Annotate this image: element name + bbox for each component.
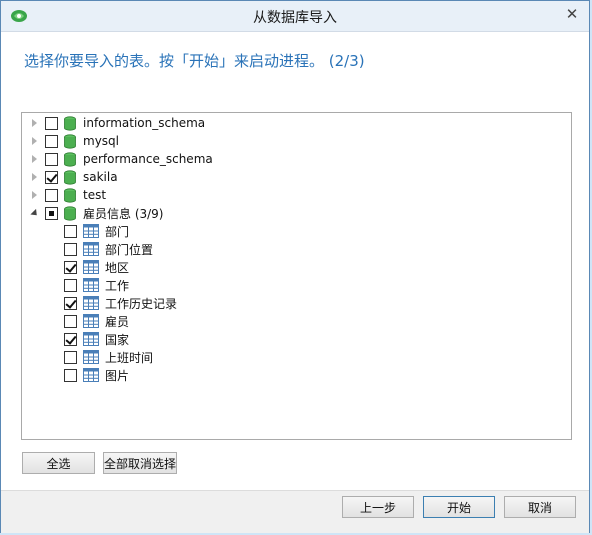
- table-icon: [83, 224, 99, 238]
- database-name: sakila: [83, 170, 118, 184]
- database-checkbox[interactable]: [45, 188, 58, 202]
- table-icon: [83, 332, 99, 346]
- table-checkbox[interactable]: [64, 260, 77, 274]
- database-icon: [64, 205, 76, 221]
- table-checkbox[interactable]: [64, 224, 77, 238]
- back-button[interactable]: 上一步: [342, 496, 414, 518]
- start-button[interactable]: 开始: [423, 496, 495, 518]
- table-checkbox[interactable]: [64, 296, 77, 310]
- button-bar: 上一步 开始 取消: [1, 490, 589, 533]
- expand-toggle-icon[interactable]: [30, 150, 40, 168]
- table-name: 图片: [105, 368, 130, 383]
- import-dialog: 从数据库导入 ✕ 选择你要导入的表。按「开始」来启动进程。 (2/3) info…: [0, 0, 590, 533]
- expand-toggle-icon[interactable]: [30, 132, 40, 150]
- table-checkbox[interactable]: [64, 332, 77, 346]
- database-name: mysql: [83, 134, 119, 148]
- tree-item-database[interactable]: information_schema: [30, 114, 205, 132]
- database-name: 雇员信息 (3/9): [83, 206, 164, 221]
- close-icon[interactable]: ✕: [562, 4, 582, 24]
- tree-item-table[interactable]: 图片: [64, 366, 129, 384]
- tree-item-table[interactable]: 部门位置: [64, 240, 153, 258]
- table-icon: [83, 314, 99, 328]
- table-name: 工作: [105, 278, 130, 293]
- database-checkbox[interactable]: [45, 116, 58, 130]
- tree-item-table[interactable]: 国家: [64, 330, 129, 348]
- table-name: 工作历史记录: [105, 296, 178, 311]
- database-name: performance_schema: [83, 152, 213, 166]
- table-checkbox[interactable]: [64, 368, 77, 382]
- database-checkbox[interactable]: [45, 206, 58, 220]
- instruction-text: 选择你要导入的表。按「开始」来启动进程。 (2/3): [24, 52, 365, 70]
- expand-toggle-icon[interactable]: [30, 204, 40, 222]
- tree-item-database[interactable]: sakila: [30, 168, 118, 186]
- deselect-all-button[interactable]: 全部取消选择: [103, 452, 177, 474]
- tree-item-table[interactable]: 工作历史记录: [64, 294, 177, 312]
- table-icon: [83, 350, 99, 364]
- table-name: 部门位置: [105, 242, 154, 257]
- select-all-button[interactable]: 全选: [22, 452, 95, 474]
- tree-item-database[interactable]: mysql: [30, 132, 119, 150]
- table-tree[interactable]: information_schemamysql performance_schem…: [21, 112, 572, 440]
- tree-item-database[interactable]: test: [30, 186, 106, 204]
- table-name: 上班时间: [105, 350, 154, 365]
- tree-item-table[interactable]: 雇员: [64, 312, 129, 330]
- database-icon: [64, 169, 76, 185]
- database-name: information_schema: [83, 116, 206, 130]
- tree-item-database[interactable]: performance_schema: [30, 150, 213, 168]
- database-checkbox[interactable]: [45, 152, 58, 166]
- tree-item-table[interactable]: 地区: [64, 258, 129, 276]
- database-icon: [64, 133, 76, 149]
- database-icon: [64, 187, 76, 203]
- window-title: 从数据库导入: [253, 10, 337, 26]
- tree-item-table[interactable]: 工作: [64, 276, 129, 294]
- table-checkbox[interactable]: [64, 350, 77, 364]
- expand-toggle-icon[interactable]: [30, 168, 40, 186]
- table-name: 部门: [105, 224, 130, 239]
- tree-item-table[interactable]: 上班时间: [64, 348, 153, 366]
- table-checkbox[interactable]: [64, 242, 77, 256]
- table-checkbox[interactable]: [64, 314, 77, 328]
- expand-toggle-icon[interactable]: [30, 186, 40, 204]
- title-bar: 从数据库导入 ✕: [1, 1, 589, 32]
- database-icon: [64, 151, 76, 167]
- table-icon: [83, 242, 99, 256]
- database-name: test: [83, 188, 107, 202]
- table-checkbox[interactable]: [64, 278, 77, 292]
- table-icon: [83, 260, 99, 274]
- table-icon: [83, 368, 99, 382]
- table-name: 雇员: [105, 314, 130, 329]
- main-content: 选择你要导入的表。按「开始」来启动进程。 (2/3) information_s…: [1, 32, 589, 490]
- cancel-button[interactable]: 取消: [504, 496, 576, 518]
- database-icon: [64, 115, 76, 131]
- database-checkbox[interactable]: [45, 134, 58, 148]
- database-checkbox[interactable]: [45, 170, 58, 184]
- tree-item-table[interactable]: 部门: [64, 222, 129, 240]
- tree-item-database[interactable]: 雇员信息 (3/9): [30, 204, 164, 222]
- table-icon: [83, 296, 99, 310]
- expand-toggle-icon[interactable]: [30, 114, 40, 132]
- table-name: 地区: [105, 260, 130, 275]
- table-name: 国家: [105, 332, 130, 347]
- table-icon: [83, 278, 99, 292]
